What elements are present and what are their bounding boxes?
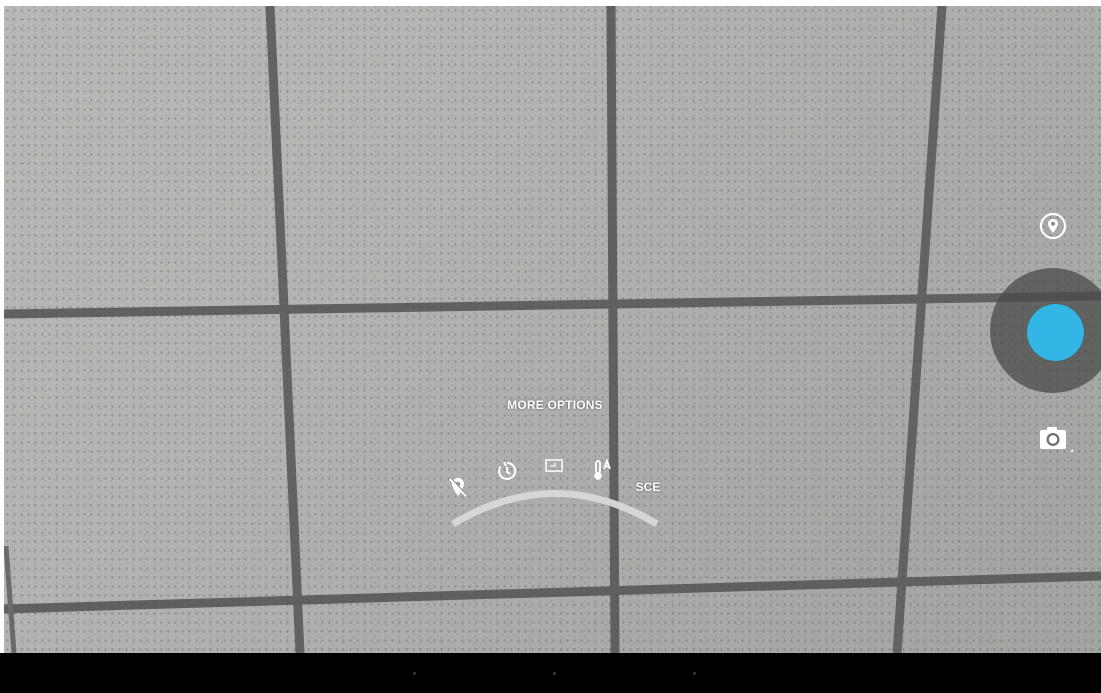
camera-screen: MORE OPTIONS SCE <box>0 0 1101 693</box>
location-pin-icon[interactable] <box>1036 209 1070 243</box>
camera-icon[interactable] <box>1036 422 1076 458</box>
more-options-arc <box>451 490 659 528</box>
camera-viewfinder[interactable] <box>4 6 1101 653</box>
recent-apps-button[interactable] <box>693 672 696 675</box>
navigation-bar <box>0 653 1101 693</box>
ceiling-tile-grid <box>4 6 1101 653</box>
home-button[interactable] <box>553 672 556 675</box>
back-button[interactable] <box>413 672 416 675</box>
shutter-button[interactable] <box>1027 304 1084 361</box>
more-options-label: MORE OPTIONS <box>507 398 603 412</box>
picture-size-icon[interactable] <box>543 456 565 476</box>
